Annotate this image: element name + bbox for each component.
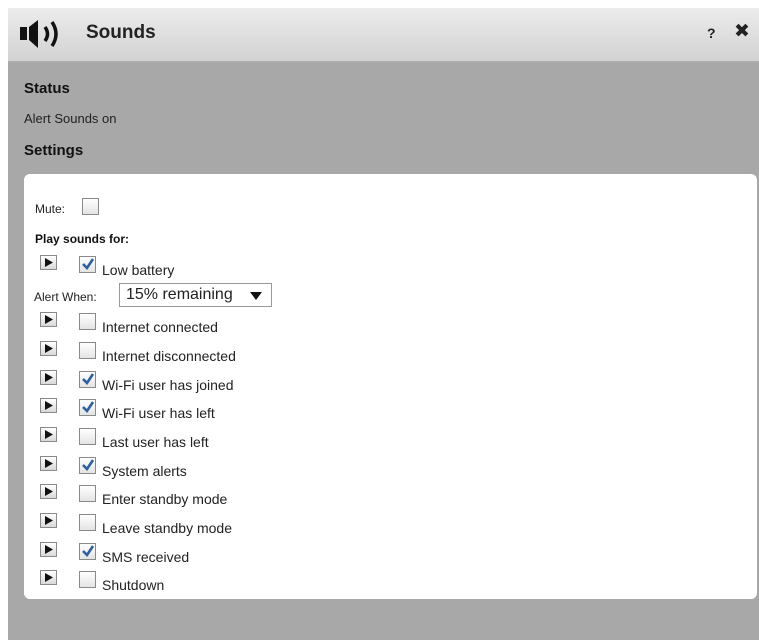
titlebar: Sounds ? ✖ xyxy=(8,8,759,62)
checkbox-wi-fi-user-has-joined[interactable] xyxy=(79,371,96,388)
play-icon xyxy=(45,487,53,496)
play-button-enter-standby-mode[interactable] xyxy=(40,484,57,499)
play-icon xyxy=(45,373,53,382)
status-text: Alert Sounds on xyxy=(24,111,117,126)
play-button-system-alerts[interactable] xyxy=(40,456,57,471)
alert-when-select[interactable]: 15% remaining xyxy=(119,283,272,307)
label-sms-received: SMS received xyxy=(102,549,190,565)
label-wi-fi-user-has-left: Wi-Fi user has left xyxy=(102,405,215,421)
play-icon xyxy=(45,459,53,468)
checkbox-internet-connected[interactable] xyxy=(79,313,96,330)
play-icon xyxy=(45,430,53,439)
checkbox-system-alerts[interactable] xyxy=(79,457,96,474)
play-button-sms-received[interactable] xyxy=(40,542,57,557)
label-shutdown: Shutdown xyxy=(102,577,165,593)
play-button-internet-disconnected[interactable] xyxy=(40,341,57,356)
label-system-alerts: System alerts xyxy=(102,463,187,479)
play-button-internet-connected[interactable] xyxy=(40,312,57,327)
play-icon xyxy=(45,401,53,410)
alert-when-value: 15% remaining xyxy=(126,286,233,303)
play-button-low-battery[interactable] xyxy=(40,255,57,270)
play-sounds-label: Play sounds for: xyxy=(35,232,130,246)
play-button-shutdown[interactable] xyxy=(40,570,57,585)
label-low-battery: Low battery xyxy=(102,262,175,278)
play-icon xyxy=(45,344,53,353)
label-wi-fi-user-has-joined: Wi-Fi user has joined xyxy=(102,377,234,393)
checkmark-icon xyxy=(82,373,95,386)
play-button-last-user-has-left[interactable] xyxy=(40,427,57,442)
speaker-icon xyxy=(20,20,58,48)
help-button[interactable]: ? xyxy=(707,25,716,41)
label-enter-standby-mode: Enter standby mode xyxy=(102,491,228,507)
label-leave-standby-mode: Leave standby mode xyxy=(102,520,232,536)
settings-panel: Mute: Play sounds for: Alert When: 15% r… xyxy=(24,174,757,599)
label-last-user-has-left: Last user has left xyxy=(102,434,209,450)
checkmark-icon xyxy=(82,401,95,414)
mute-label: Mute: xyxy=(35,202,66,216)
window-title: Sounds xyxy=(86,22,156,43)
checkbox-low-battery[interactable] xyxy=(79,256,96,273)
checkbox-leave-standby-mode[interactable] xyxy=(79,514,96,531)
checkmark-icon xyxy=(82,545,95,558)
mute-checkbox[interactable] xyxy=(82,198,99,215)
chevron-down-icon xyxy=(250,292,262,300)
play-button-leave-standby-mode[interactable] xyxy=(40,513,57,528)
checkbox-enter-standby-mode[interactable] xyxy=(79,485,96,502)
settings-heading: Settings xyxy=(24,142,84,159)
play-button-wi-fi-user-has-joined[interactable] xyxy=(40,370,57,385)
play-icon xyxy=(45,573,53,582)
sounds-window: Sounds ? ✖ Status Alert Sounds on Settin… xyxy=(8,8,759,640)
checkbox-wi-fi-user-has-left[interactable] xyxy=(79,399,96,416)
checkbox-internet-disconnected[interactable] xyxy=(79,342,96,359)
label-internet-disconnected: Internet disconnected xyxy=(102,348,236,364)
label-internet-connected: Internet connected xyxy=(102,319,218,335)
checkmark-icon xyxy=(82,258,95,271)
checkbox-shutdown[interactable] xyxy=(79,571,96,588)
status-heading: Status xyxy=(24,80,70,97)
play-icon xyxy=(45,516,53,525)
play-icon xyxy=(45,545,53,554)
play-button-wi-fi-user-has-left[interactable] xyxy=(40,398,57,413)
checkbox-last-user-has-left[interactable] xyxy=(79,428,96,445)
checkbox-sms-received[interactable] xyxy=(79,543,96,560)
play-icon xyxy=(45,258,53,267)
close-button[interactable]: ✖ xyxy=(734,21,750,43)
play-icon xyxy=(45,315,53,324)
checkmark-icon xyxy=(82,459,95,472)
alert-when-label: Alert When: xyxy=(34,290,97,304)
